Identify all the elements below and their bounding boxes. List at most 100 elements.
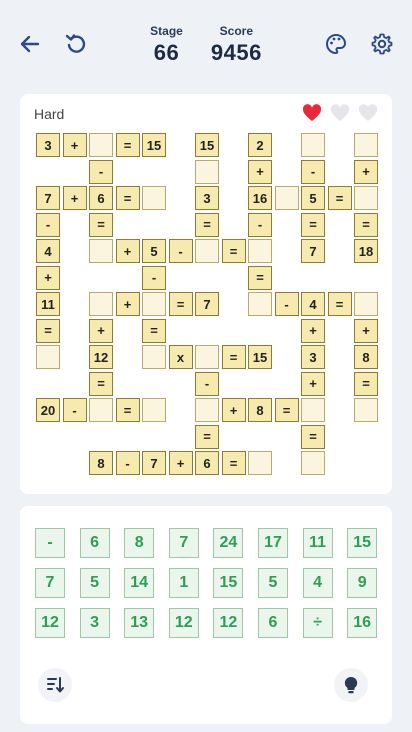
settings-button[interactable] <box>368 30 396 58</box>
empty-grid-cell[interactable] <box>195 159 219 184</box>
back-arrow-icon <box>20 35 40 53</box>
grid-cell: = <box>354 371 378 396</box>
answer-tile[interactable]: 9 <box>347 568 378 598</box>
empty-grid-cell[interactable] <box>195 398 219 422</box>
answer-tile[interactable]: 5 <box>79 568 110 598</box>
empty-grid-cell[interactable] <box>142 186 166 210</box>
grid-cell: + <box>62 133 87 157</box>
empty-grid-cell[interactable] <box>195 239 219 263</box>
empty-grid-cell[interactable] <box>195 345 219 369</box>
empty-grid-cell[interactable] <box>354 398 378 422</box>
empty-grid-cell[interactable] <box>301 398 325 422</box>
grid-cell: - <box>62 398 87 422</box>
empty-grid-cell[interactable] <box>142 398 166 422</box>
grid-cell: 3 <box>195 186 219 210</box>
empty-grid-cell[interactable] <box>301 451 325 475</box>
empty-grid-cell[interactable] <box>142 345 166 369</box>
empty-grid-cell[interactable] <box>248 292 272 316</box>
grid-cell: 15 <box>142 133 166 157</box>
puzzle-board-card: Hard 3 + = 15 15 2- + - +7 +6 = 3 16 5 = - = = - = = 4 +5- = 7 18… <box>20 94 392 494</box>
grid-cell: 3 <box>301 345 325 369</box>
empty-grid-cell[interactable] <box>89 292 113 316</box>
empty-grid-cell[interactable] <box>354 186 378 210</box>
grid-cell: = <box>248 265 272 290</box>
grid-cell: = <box>115 186 140 210</box>
grid-cell: 6 <box>89 186 113 210</box>
grid-cell: 6 <box>195 451 219 475</box>
answer-tile[interactable]: 6 <box>79 528 110 558</box>
answer-tile[interactable]: 12 <box>213 608 244 638</box>
lives-indicator <box>302 104 378 122</box>
grid-cell: + <box>221 398 246 422</box>
answer-tile[interactable]: 15 <box>213 568 244 598</box>
grid-cell: = <box>327 292 352 316</box>
grid-cell: 11 <box>36 292 60 316</box>
answer-tile[interactable]: 16 <box>347 608 378 638</box>
hint-button[interactable] <box>334 668 368 702</box>
grid-cell: 5 <box>301 186 325 210</box>
answer-tile[interactable]: 5 <box>258 568 288 598</box>
empty-grid-cell[interactable] <box>354 292 378 316</box>
answer-tile[interactable]: 13 <box>124 608 155 638</box>
grid-cell: - <box>195 371 219 396</box>
grid-cell: - <box>142 265 166 290</box>
answer-tile[interactable]: 8 <box>124 528 155 558</box>
score-label: Score <box>219 24 254 38</box>
empty-grid-cell[interactable] <box>248 239 272 263</box>
empty-grid-cell[interactable] <box>89 398 113 422</box>
empty-grid-cell[interactable] <box>354 133 378 157</box>
answer-tile[interactable]: 17 <box>258 528 288 558</box>
answer-tile[interactable]: 14 <box>124 568 155 598</box>
grid-cell: + <box>301 371 325 396</box>
grid-cell: + <box>354 318 378 343</box>
grid-cell: = <box>301 212 325 237</box>
grid-cell: 3 <box>36 133 60 157</box>
settings-gear-icon <box>371 33 393 55</box>
empty-grid-cell[interactable] <box>248 451 272 475</box>
grid-cell: + <box>168 451 193 475</box>
grid-cell: 7 <box>195 292 219 316</box>
answer-tile[interactable]: 6 <box>258 608 288 638</box>
grid-cell: 4 <box>301 292 325 316</box>
grid-cell: = <box>221 451 246 475</box>
answer-tile[interactable]: - <box>35 528 65 558</box>
answer-tile[interactable]: 4 <box>302 568 333 598</box>
grid-cell: = <box>36 318 60 343</box>
empty-grid-cell[interactable] <box>274 186 299 210</box>
back-button[interactable] <box>16 30 44 58</box>
empty-grid-cell[interactable] <box>36 345 60 369</box>
answer-tile[interactable]: 12 <box>168 608 199 638</box>
answer-tile[interactable]: 15 <box>347 528 378 558</box>
answer-tile[interactable]: ÷ <box>302 608 333 638</box>
grid-cell: = <box>301 424 325 449</box>
score-stat: Score 9456 <box>211 24 262 66</box>
answer-tile[interactable]: 24 <box>213 528 244 558</box>
empty-grid-cell[interactable] <box>89 239 113 263</box>
sort-button[interactable] <box>38 668 72 702</box>
answer-tile[interactable]: 7 <box>168 528 199 558</box>
grid-cell: = <box>195 424 219 449</box>
restart-icon <box>65 34 86 53</box>
grid-cell: = <box>115 398 140 422</box>
empty-grid-cell[interactable] <box>142 292 166 316</box>
grid-cell: 18 <box>354 239 378 263</box>
grid-cell: = <box>195 212 219 237</box>
answer-tile[interactable]: 12 <box>35 608 65 638</box>
grid-cell: 7 <box>142 451 166 475</box>
grid-cell: - <box>115 451 140 475</box>
grid-cell: = <box>115 133 140 157</box>
grid-cell: + <box>36 265 60 290</box>
empty-grid-cell[interactable] <box>89 133 113 157</box>
grid-cell: + <box>115 239 140 263</box>
restart-button[interactable] <box>62 30 90 58</box>
empty-grid-cell[interactable] <box>301 133 325 157</box>
answer-tile[interactable]: 3 <box>79 608 110 638</box>
grid-cell: = <box>142 318 166 343</box>
grid-cell: 15 <box>195 133 219 157</box>
theme-button[interactable] <box>322 30 350 58</box>
answer-tile[interactable]: 7 <box>35 568 65 598</box>
grid-cell: = <box>221 239 246 263</box>
grid-cell: = <box>168 292 193 316</box>
answer-tile[interactable]: 1 <box>168 568 199 598</box>
answer-tile[interactable]: 11 <box>302 528 333 558</box>
